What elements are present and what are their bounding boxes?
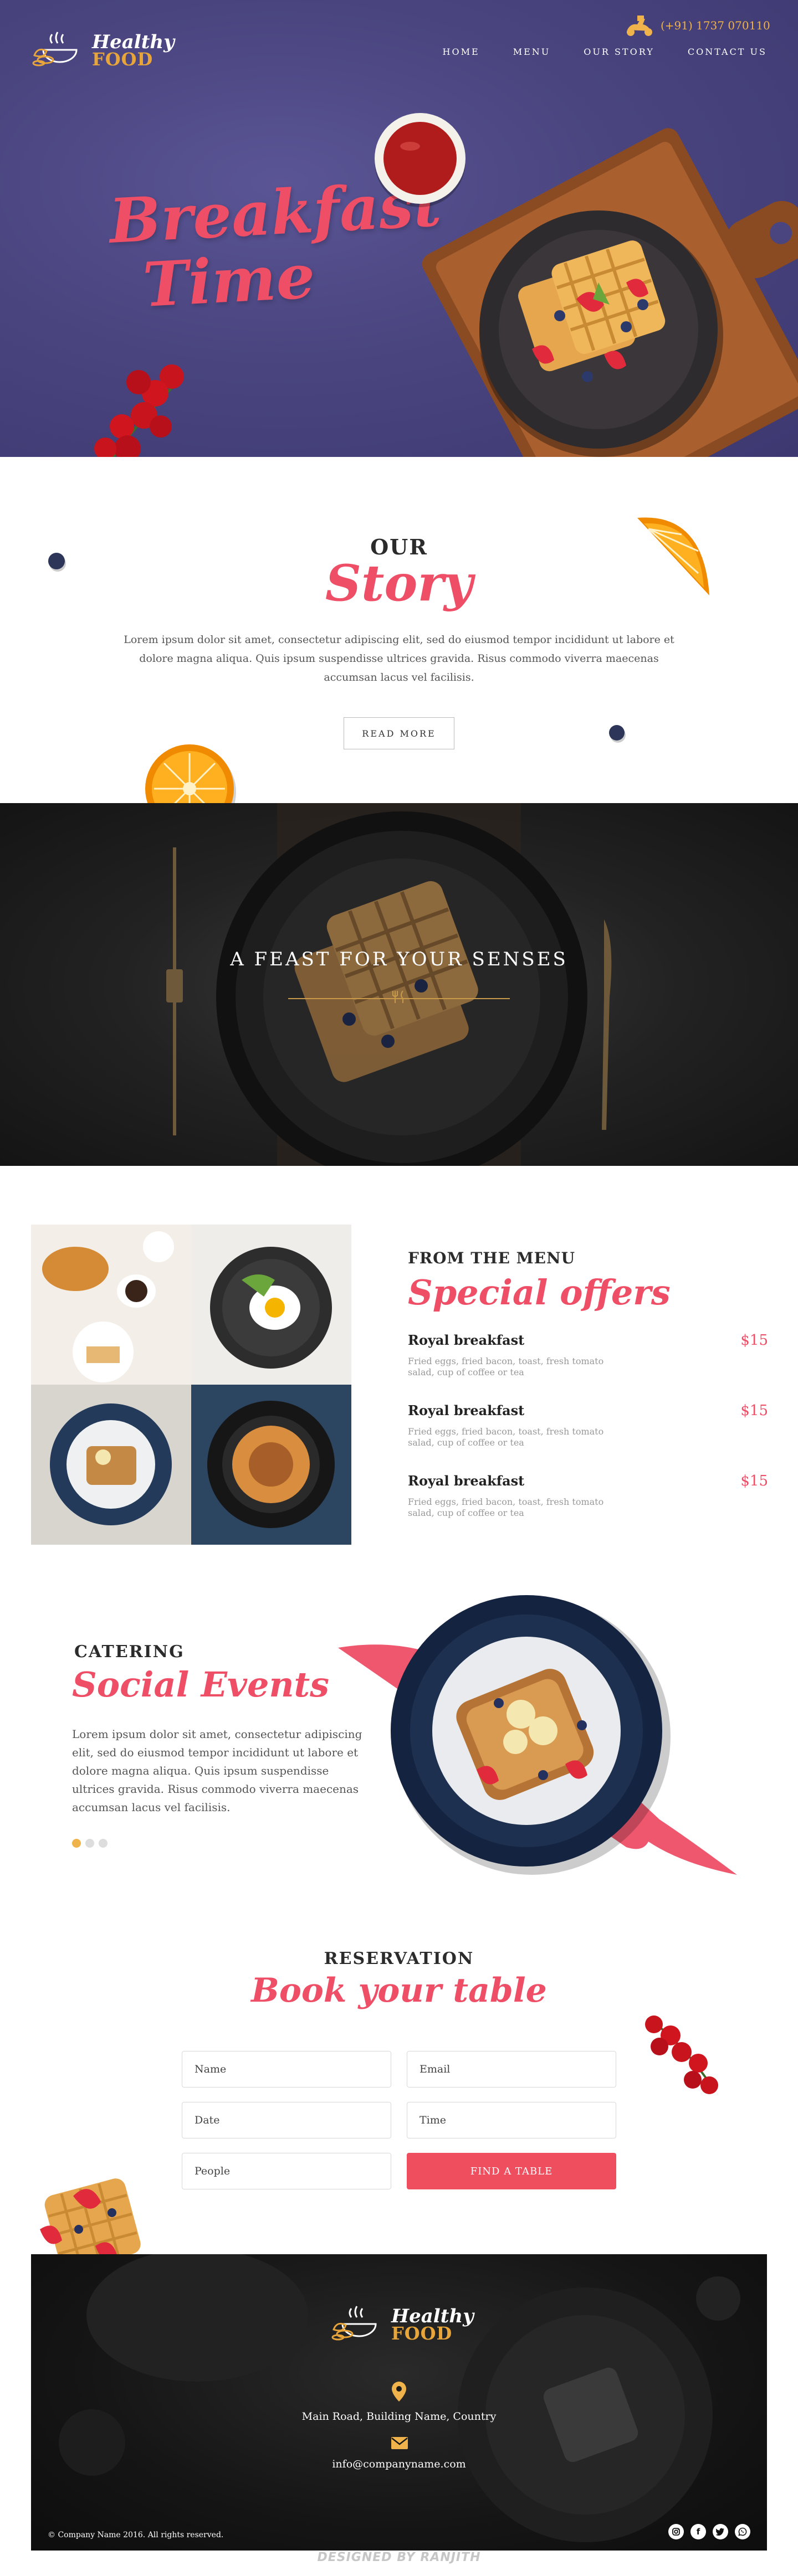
menu-eyebrow: FROM THE MENU xyxy=(408,1249,576,1267)
footer-logo[interactable]: Healthy FOOD xyxy=(330,2305,474,2344)
footer-email[interactable]: info@companyname.com xyxy=(31,2458,767,2470)
our-story-section: OUR Story Lorem ipsum dolor sit amet, co… xyxy=(0,457,798,803)
cutting-board-image xyxy=(422,128,798,457)
menu-title: Special offers xyxy=(408,1272,671,1313)
people-field[interactable] xyxy=(182,2153,391,2189)
carousel-dot[interactable] xyxy=(99,1839,108,1848)
phone-number[interactable]: (+91) 1737 070110 xyxy=(661,19,770,32)
reservation-title: Book your table xyxy=(251,1971,547,2010)
menu-item-desc: Fried eggs, fried bacon, toast, fresh to… xyxy=(408,1356,604,1377)
designer-credit: DESIGNED BY RANJITH xyxy=(317,2551,481,2564)
cherry-tomatoes-image xyxy=(94,364,184,457)
footer-address: Main Road, Building Name, Country xyxy=(301,2410,497,2423)
social-text: Lorem ipsum dolor sit amet, consectetur … xyxy=(72,1727,362,1814)
story-text: Lorem ipsum dolor sit amet, consectetur … xyxy=(124,634,674,683)
twitter-icon[interactable] xyxy=(713,2524,728,2539)
bowl-logo-icon xyxy=(32,32,78,66)
find-table-button[interactable]: FIND A TABLE xyxy=(407,2153,616,2189)
toast-plate-image xyxy=(338,1595,737,1875)
menu-item-desc: Fried eggs, fried bacon, toast, fresh to… xyxy=(408,1497,604,1518)
menu-item-price: $15 xyxy=(740,1473,768,1489)
menu-item-name: Royal breakfast xyxy=(408,1402,525,1418)
name-field[interactable] xyxy=(182,2051,391,2087)
feast-background-image xyxy=(166,803,612,1166)
menu-section: FROM THE MENU Special offers Royal break… xyxy=(0,1166,798,1565)
menu-item[interactable]: Royal breakfast $15 Fried eggs, fried ba… xyxy=(408,1473,768,1519)
envelope-icon xyxy=(391,2437,408,2449)
reservation-section: RESERVATION Book your table FIND A TABLE xyxy=(0,1925,798,2254)
reservation-eyebrow: RESERVATION xyxy=(324,1949,474,1968)
carousel-dots xyxy=(72,1839,108,1848)
nav-contact-us[interactable]: CONTACT US xyxy=(688,47,767,57)
main-nav: HOME MENU OUR STORY CONTACT US xyxy=(443,47,767,57)
facebook-icon[interactable]: f xyxy=(690,2524,706,2539)
carousel-dot-active[interactable] xyxy=(72,1839,81,1848)
menu-item-price: $15 xyxy=(740,1402,768,1419)
social-title: Social Events xyxy=(72,1664,330,1705)
time-field[interactable] xyxy=(407,2102,616,2138)
bowl-logo-icon xyxy=(331,2306,377,2341)
nav-home[interactable]: HOME xyxy=(443,47,480,57)
menu-item[interactable]: Royal breakfast $15 Fried eggs, fried ba… xyxy=(408,1332,768,1378)
social-eyebrow: CATERING xyxy=(74,1642,185,1662)
copyright-text: © Company Name 2016. All rights reserved… xyxy=(48,2531,224,2539)
hero-section: Healthy FOOD (+91) 1737 070110 HOME MENU… xyxy=(0,0,798,457)
phone-contact[interactable]: (+91) 1737 070110 xyxy=(625,14,770,37)
menu-item[interactable]: Royal breakfast $15 Fried eggs, fried ba… xyxy=(408,1402,768,1448)
logo-food-text: FOOD xyxy=(391,2322,453,2344)
footer-section: Healthy FOOD Main Road, Building Name, C… xyxy=(31,2254,767,2551)
feast-banner-section: A FEAST FOR YOUR SENSES xyxy=(0,803,798,1166)
nav-menu[interactable]: MENU xyxy=(513,47,551,57)
read-more-button[interactable]: READ MORE xyxy=(344,717,454,749)
blueberry-image xyxy=(48,553,66,572)
social-events-section: CATERING Social Events Lorem ipsum dolor… xyxy=(0,1565,798,1925)
email-field[interactable] xyxy=(407,2051,616,2087)
menu-item-name: Royal breakfast xyxy=(408,1332,525,1348)
feast-heading: A FEAST FOR YOUR SENSES xyxy=(230,948,568,970)
hero-title: Breakfast Time xyxy=(108,168,443,321)
logo-food-text: FOOD xyxy=(92,48,154,70)
site-logo[interactable]: Healthy FOOD xyxy=(31,31,175,70)
cherry-tomatoes-image xyxy=(645,2015,718,2094)
orange-half-image xyxy=(145,744,236,803)
whatsapp-icon[interactable] xyxy=(735,2524,750,2539)
location-pin-icon xyxy=(392,2382,406,2402)
fork-knife-icon xyxy=(392,990,403,1003)
date-field[interactable] xyxy=(182,2102,391,2138)
waffle-image xyxy=(40,2178,141,2254)
menu-item-price: $15 xyxy=(740,1332,768,1349)
instagram-icon[interactable] xyxy=(668,2524,684,2539)
carousel-dot[interactable] xyxy=(85,1839,94,1848)
orange-slice-image xyxy=(637,517,709,595)
social-links: f xyxy=(668,2524,750,2539)
menu-gallery-image xyxy=(31,1225,351,1545)
delivery-scooter-icon xyxy=(627,16,652,36)
nav-our-story[interactable]: OUR STORY xyxy=(584,47,654,57)
menu-item-name: Royal breakfast xyxy=(408,1473,525,1489)
hero-title-line2: Time xyxy=(141,240,317,321)
blueberry-image xyxy=(609,725,626,743)
menu-item-desc: Fried eggs, fried bacon, toast, fresh to… xyxy=(408,1426,604,1448)
